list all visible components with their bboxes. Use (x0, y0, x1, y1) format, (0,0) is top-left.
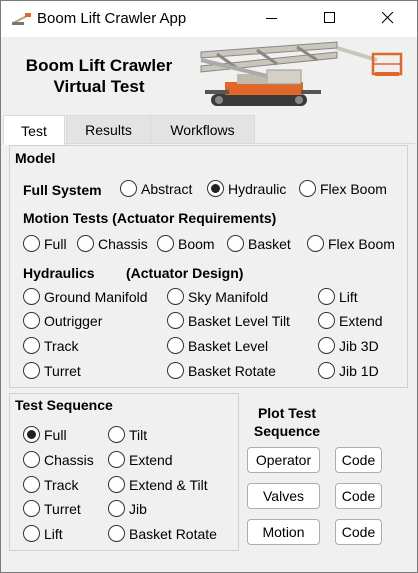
radio-button-icon (108, 451, 125, 468)
full-system-hydraulic-radio[interactable]: Hydraulic (207, 180, 286, 197)
model-group-title: Model (15, 150, 56, 166)
operator-code-button[interactable]: Code (335, 447, 382, 473)
radio-button-icon (23, 337, 40, 354)
radio-button-icon (23, 235, 40, 252)
plot-operator-button[interactable]: Operator (247, 447, 320, 473)
hydraulics-label: Hydraulics (23, 265, 95, 281)
radio-button-icon (23, 312, 40, 329)
header-title-line2: Virtual Test (53, 77, 145, 96)
radio-selected-icon (207, 180, 224, 197)
hyd-jib-1d-radio[interactable]: Jib 1D (318, 362, 379, 379)
full-system-label: Full System (23, 182, 102, 198)
tab-results[interactable]: Results (66, 115, 151, 144)
test-sequence-title: Test Sequence (15, 397, 113, 413)
close-button[interactable] (365, 1, 411, 37)
plot-title-line2: Sequence (253, 423, 321, 439)
radio-button-icon (167, 288, 184, 305)
tab-workflows[interactable]: Workflows (150, 115, 255, 144)
hyd-basket-rotate-radio[interactable]: Basket Rotate (167, 362, 276, 379)
radio-button-icon (23, 362, 40, 379)
radio-button-icon (108, 476, 125, 493)
hyd-jib-3d-radio[interactable]: Jib 3D (318, 337, 379, 354)
hyd-turret-radio[interactable]: Turret (23, 362, 81, 379)
radio-button-icon (23, 288, 40, 305)
motion-flex-boom-radio[interactable]: Flex Boom (307, 235, 395, 252)
seq-track-radio[interactable]: Track (23, 476, 78, 493)
radio-button-icon (23, 476, 40, 493)
seq-lift-radio[interactable]: Lift (23, 525, 63, 542)
radio-button-icon (318, 362, 335, 379)
motion-code-button[interactable]: Code (335, 519, 382, 545)
hyd-sky-manifold-radio[interactable]: Sky Manifold (167, 288, 268, 305)
plot-motion-button[interactable]: Motion (247, 519, 320, 545)
hyd-outrigger-radio[interactable]: Outrigger (23, 312, 102, 329)
hyd-extend-radio[interactable]: Extend (318, 312, 383, 329)
motion-chassis-radio[interactable]: Chassis (77, 235, 148, 252)
close-icon (381, 11, 394, 27)
hydraulics-sublabel: (Actuator Design) (126, 265, 244, 281)
valves-code-button[interactable]: Code (335, 483, 382, 509)
seq-chassis-radio[interactable]: Chassis (23, 451, 94, 468)
plot-valves-button[interactable]: Valves (247, 483, 320, 509)
motion-basket-radio[interactable]: Basket (227, 235, 291, 252)
seq-extend-radio[interactable]: Extend (108, 451, 173, 468)
plot-title-line1: Plot Test (257, 405, 317, 421)
seq-basket-rotate-radio[interactable]: Basket Rotate (108, 525, 217, 542)
app-window: Boom Lift Crawler App Boom Lift Crawler … (0, 0, 418, 573)
motion-full-radio[interactable]: Full (23, 235, 67, 252)
full-system-flex-boom-radio[interactable]: Flex Boom (299, 180, 387, 197)
seq-turret-radio[interactable]: Turret (23, 500, 81, 517)
boom-lift-image (197, 40, 405, 110)
full-system-abstract-radio[interactable]: Abstract (120, 180, 192, 197)
hyd-basket-level-radio[interactable]: Basket Level (167, 337, 268, 354)
radio-button-icon (120, 180, 137, 197)
radio-button-icon (23, 500, 40, 517)
hyd-basket-level-tilt-radio[interactable]: Basket Level Tilt (167, 312, 290, 329)
radio-button-icon (77, 235, 94, 252)
maximize-icon (324, 11, 336, 27)
app-icon (11, 11, 31, 27)
radio-button-icon (167, 337, 184, 354)
radio-button-icon (108, 500, 125, 517)
radio-button-icon (318, 288, 335, 305)
maximize-button[interactable] (307, 1, 353, 37)
hyd-track-radio[interactable]: Track (23, 337, 78, 354)
window-title: Boom Lift Crawler App (37, 10, 187, 27)
title-bar: Boom Lift Crawler App (1, 1, 417, 37)
radio-button-icon (167, 362, 184, 379)
radio-button-icon (23, 451, 40, 468)
hyd-lift-radio[interactable]: Lift (318, 288, 358, 305)
radio-selected-icon (23, 426, 40, 443)
seq-tilt-radio[interactable]: Tilt (108, 426, 147, 443)
header-title-line1: Boom Lift Crawler (25, 56, 173, 75)
radio-button-icon (108, 525, 125, 542)
tab-bar: Test Results Workflows (3, 115, 417, 145)
motion-tests-label: Motion Tests (Actuator Requirements) (23, 210, 277, 226)
radio-button-icon (299, 180, 316, 197)
seq-jib-radio[interactable]: Jib (108, 500, 147, 517)
minimize-icon (266, 11, 278, 27)
minimize-button[interactable] (249, 1, 295, 37)
radio-button-icon (108, 426, 125, 443)
seq-full-radio[interactable]: Full (23, 426, 67, 443)
radio-button-icon (307, 235, 324, 252)
radio-button-icon (318, 337, 335, 354)
radio-button-icon (23, 525, 40, 542)
seq-extend-tilt-radio[interactable]: Extend & Tilt (108, 476, 208, 493)
tab-test[interactable]: Test (3, 115, 65, 145)
radio-button-icon (157, 235, 174, 252)
radio-button-icon (227, 235, 244, 252)
radio-button-icon (167, 312, 184, 329)
hyd-ground-manifold-radio[interactable]: Ground Manifold (23, 288, 148, 305)
radio-button-icon (318, 312, 335, 329)
motion-boom-radio[interactable]: Boom (157, 235, 215, 252)
